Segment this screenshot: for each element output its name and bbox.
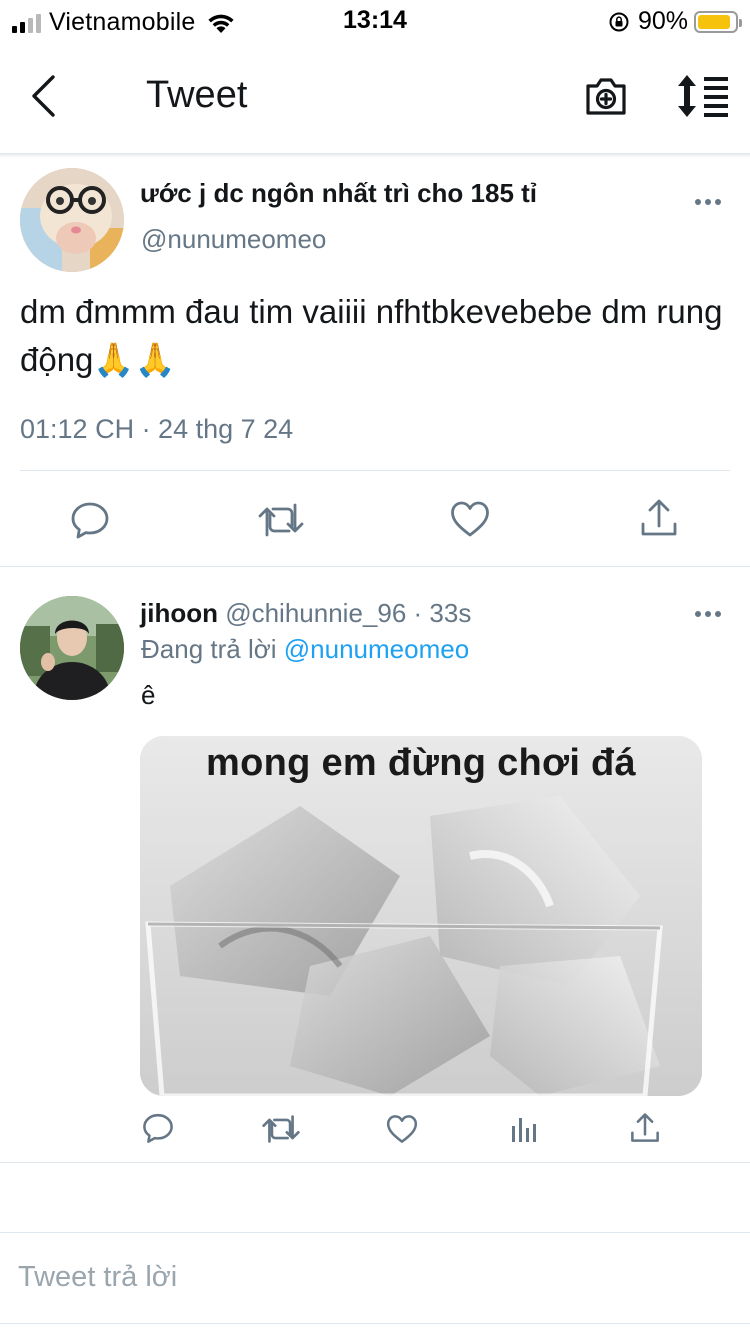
reply-button[interactable] — [70, 500, 110, 545]
more-dots-icon — [695, 199, 701, 205]
ice-glass-image — [140, 736, 702, 1096]
divider — [0, 1162, 750, 1163]
tweet-header: Tweet — [0, 42, 750, 154]
divider — [20, 470, 730, 471]
back-button[interactable] — [22, 72, 70, 120]
sort-button[interactable] — [676, 72, 730, 120]
more-dots-icon — [695, 611, 701, 617]
battery-icon — [694, 10, 742, 33]
status-bar: Vietnamobile 13:14 90% — [0, 0, 750, 42]
replying-prefix: Đang trả lời — [141, 634, 284, 664]
rotation-lock-icon — [609, 12, 629, 31]
like-icon — [386, 1115, 418, 1143]
retweet-icon — [258, 503, 304, 537]
page-title: Tweet — [146, 74, 248, 116]
author-avatar[interactable] — [20, 168, 124, 272]
reply-input[interactable] — [18, 1233, 718, 1321]
retweet-icon — [262, 1115, 300, 1143]
reply-icon — [71, 502, 109, 539]
cat-avatar-image — [20, 168, 124, 272]
reply-media-image[interactable]: mong em đừng chơi đá — [140, 736, 702, 1096]
author-display-name[interactable]: ước j dc ngôn nhất trì cho 185 tỉ — [140, 178, 537, 209]
sort-icon — [678, 75, 728, 117]
battery-level — [698, 14, 731, 29]
reply-like-button[interactable] — [386, 1114, 418, 1149]
reply-text: ê — [141, 680, 156, 710]
retweet-button[interactable] — [258, 502, 304, 543]
back-arrow-icon — [32, 75, 55, 117]
reply-composer — [0, 1232, 750, 1324]
reply-header: jihoon @chihunnie_96 · 33s — [140, 598, 471, 629]
reply-more-options-button[interactable] — [688, 602, 728, 626]
more-options-button[interactable] — [688, 190, 728, 214]
like-button[interactable] — [450, 500, 490, 543]
share-icon — [631, 1113, 659, 1142]
replier-avatar[interactable] — [20, 596, 124, 700]
tweet-text: dm đmmm đau tim vaiiii nfhtbkevebebe dm … — [20, 293, 723, 378]
share-button[interactable] — [640, 498, 678, 543]
status-right: 90% — [608, 7, 742, 36]
analytics-icon — [512, 1118, 536, 1142]
like-icon — [451, 501, 489, 537]
replier-handle-time: @chihunnie_96 · 33s — [217, 598, 472, 628]
divider — [0, 566, 750, 567]
analytics-button[interactable] — [510, 1114, 538, 1149]
camera-plus-icon — [586, 78, 626, 115]
replier-display-name[interactable]: jihoon — [140, 598, 218, 628]
reply-retweet-button[interactable] — [262, 1114, 300, 1149]
reply-icon — [143, 1113, 173, 1143]
reply-reply-button[interactable] — [142, 1112, 174, 1149]
reply-share-button[interactable] — [630, 1112, 660, 1149]
tweet-timestamp: 01:12 CH · 24 thg 7 24 — [20, 414, 294, 444]
media-caption: mong em đừng chơi đá — [206, 742, 636, 784]
battery-percent: 90% — [637, 7, 688, 35]
mention-link[interactable]: @nunumeomeo — [284, 634, 469, 664]
share-icon — [641, 499, 677, 536]
camera-button[interactable] — [582, 72, 630, 120]
author-handle[interactable]: @nunumeomeo — [141, 224, 326, 255]
replying-to: Đang trả lời @nunumeomeo — [141, 634, 469, 665]
person-avatar-image — [20, 596, 124, 700]
